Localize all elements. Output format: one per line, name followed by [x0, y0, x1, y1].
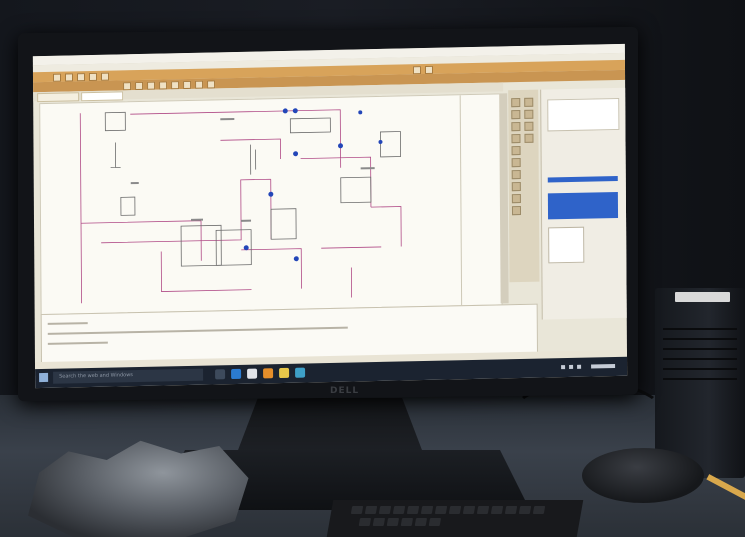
- toolbar-button[interactable]: [64, 73, 74, 82]
- libraries-panel: [540, 87, 628, 320]
- toolbar-button[interactable]: [183, 80, 192, 90]
- edge-browser-icon[interactable]: [231, 368, 242, 380]
- tab-schematic-active[interactable]: [81, 91, 124, 102]
- toolbar-button[interactable]: [76, 73, 86, 82]
- tray-icon[interactable]: [577, 364, 582, 369]
- system-tray: [561, 362, 621, 371]
- toolbar-button[interactable]: [424, 65, 434, 75]
- keyboard: [326, 500, 584, 537]
- explorer-icon[interactable]: [247, 368, 258, 379]
- task-view-icon[interactable]: [215, 369, 226, 380]
- panel-list[interactable]: [547, 97, 620, 132]
- search-placeholder: Search the web and Windows: [59, 372, 133, 380]
- toolbar-button[interactable]: [147, 81, 156, 90]
- component-preview: [548, 226, 585, 264]
- toolbar-button[interactable]: [171, 81, 180, 90]
- panel-selected-list[interactable]: [547, 191, 619, 220]
- tool-button[interactable]: [511, 134, 521, 144]
- folder-icon[interactable]: [279, 367, 290, 379]
- canvas-vertical-scrollbar[interactable]: [499, 93, 509, 304]
- schematic-canvas[interactable]: [39, 93, 503, 316]
- tool-button[interactable]: [524, 97, 534, 107]
- monitor-brand-logo: DELL: [330, 386, 360, 396]
- monitor-stand-neck: [235, 398, 425, 458]
- tool-button[interactable]: [524, 133, 534, 143]
- tool-button[interactable]: [511, 98, 521, 108]
- toolbar-button[interactable]: [159, 81, 168, 90]
- toolbar-button[interactable]: [207, 80, 216, 89]
- tray-icon[interactable]: [569, 364, 574, 369]
- computer-mouse: [582, 448, 704, 503]
- tool-button[interactable]: [524, 121, 534, 131]
- toolbar-button[interactable]: [412, 66, 422, 75]
- app-icon[interactable]: [295, 367, 306, 378]
- toolbar-button[interactable]: [195, 80, 204, 89]
- tool-button[interactable]: [511, 182, 521, 192]
- tool-button[interactable]: [511, 122, 521, 132]
- clock[interactable]: [591, 364, 616, 369]
- tool-button[interactable]: [511, 158, 521, 168]
- tab-schematic-1[interactable]: [37, 92, 80, 103]
- toolbar-button[interactable]: [88, 72, 98, 82]
- tool-button[interactable]: [511, 146, 521, 156]
- tool-button[interactable]: [511, 170, 521, 180]
- tool-button[interactable]: [511, 194, 521, 204]
- monitor-screen: Search the web and Windows: [32, 43, 628, 389]
- tool-button[interactable]: [511, 110, 521, 120]
- windows-start-icon[interactable]: [39, 372, 49, 383]
- tray-icon[interactable]: [561, 365, 566, 370]
- toolbar-button[interactable]: [135, 81, 144, 91]
- tool-button[interactable]: [524, 109, 534, 119]
- taskbar-search-box[interactable]: Search the web and Windows: [53, 368, 204, 384]
- pc-tower: [655, 288, 745, 478]
- photo-scene: DELL Search the web and Windows: [0, 0, 745, 537]
- pc-sticker: [675, 292, 730, 302]
- tool-palette: [508, 89, 540, 283]
- firefox-icon[interactable]: [263, 368, 274, 379]
- toolbar-button[interactable]: [52, 73, 62, 82]
- toolbar-button[interactable]: [123, 82, 132, 91]
- toolbar-button[interactable]: [100, 72, 110, 81]
- tool-button[interactable]: [511, 206, 522, 216]
- panel-selected-row[interactable]: [547, 175, 618, 183]
- schematic-drawing: [79, 95, 463, 306]
